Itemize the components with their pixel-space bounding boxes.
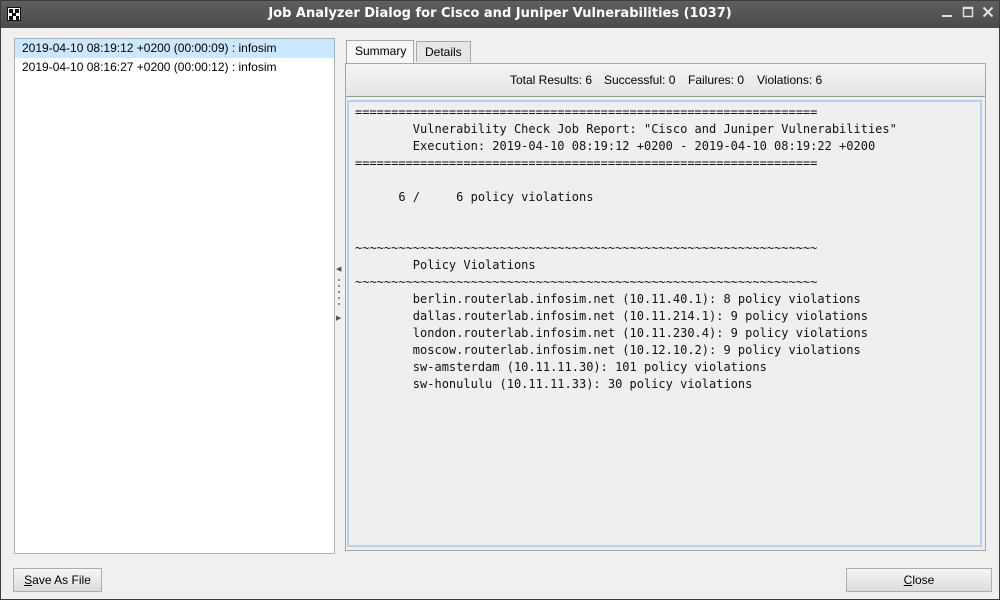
tab-summary[interactable]: Summary [346, 40, 414, 63]
report-text-area[interactable]: ========================================… [347, 100, 982, 547]
report-device-line: sw-honululu (10.11.11.33): 30 policy vio… [355, 377, 753, 391]
total-results: Total Results: 6 [510, 73, 593, 87]
save-label: ave As File [32, 573, 91, 587]
maximize-icon[interactable] [959, 5, 977, 23]
report-rule: ========================================… [355, 105, 818, 119]
report-rule: ========================================… [355, 156, 818, 170]
save-mnemonic: S [24, 573, 33, 587]
window-title: Job Analyzer Dialog for Cisco and Junipe… [268, 6, 732, 21]
results-summary-bar: Total Results: 6 Successful: 0 Failures:… [346, 64, 985, 97]
report-device-line: dallas.routerlab.infosim.net (10.11.214.… [355, 309, 868, 323]
report-title: Vulnerability Check Job Report: "Cisco a… [355, 122, 897, 136]
successful-count: Successful: 0 [604, 73, 676, 87]
save-as-file-button[interactable]: Save As File [13, 568, 102, 592]
run-list-item-selected[interactable]: 2019-04-10 08:19:12 +0200 (00:00:09) : i… [15, 39, 334, 58]
failures-count: Failures: 0 [688, 73, 745, 87]
report-device-line: berlin.routerlab.infosim.net (10.11.40.1… [355, 292, 861, 306]
collapse-right-arrow-icon[interactable]: ▶ [336, 314, 341, 322]
job-analyzer-window: Job Analyzer Dialog for Cisco and Junipe… [0, 0, 1000, 600]
report-execution: Execution: 2019-04-10 08:19:12 +0200 - 2… [355, 139, 876, 153]
minimize-icon[interactable] [938, 5, 956, 23]
pane-splitter[interactable]: ◀ ▶ [335, 38, 343, 554]
report-section-heading: Policy Violations [355, 258, 536, 272]
detail-pane: Summary Details Total Results: 6 Success… [343, 38, 988, 554]
report-violation-count: 6 / 6 policy violations [355, 190, 594, 204]
collapse-left-arrow-icon[interactable]: ◀ [336, 265, 341, 273]
report-device-line: london.routerlab.infosim.net (10.11.230.… [355, 326, 868, 340]
violations-count: Violations: 6 [757, 73, 823, 87]
summary-panel: Total Results: 6 Successful: 0 Failures:… [345, 63, 986, 551]
report-rule: ~~~~~~~~~~~~~~~~~~~~~~~~~~~~~~~~~~~~~~~~… [355, 275, 818, 289]
close-button[interactable]: Close [846, 568, 992, 592]
run-list-item[interactable]: 2019-04-10 08:16:27 +0200 (00:00:12) : i… [15, 58, 334, 77]
close-icon[interactable] [979, 5, 997, 23]
close-label: lose [912, 573, 935, 587]
run-list[interactable]: 2019-04-10 08:19:12 +0200 (00:00:09) : i… [14, 38, 335, 554]
tab-details[interactable]: Details [416, 41, 471, 62]
report-device-line: moscow.routerlab.infosim.net (10.12.10.2… [355, 343, 861, 357]
report-device-line: sw-amsterdam (10.11.11.30): 101 policy v… [355, 360, 767, 374]
report-rule: ~~~~~~~~~~~~~~~~~~~~~~~~~~~~~~~~~~~~~~~~… [355, 241, 818, 255]
title-bar[interactable]: Job Analyzer Dialog for Cisco and Junipe… [1, 1, 999, 28]
